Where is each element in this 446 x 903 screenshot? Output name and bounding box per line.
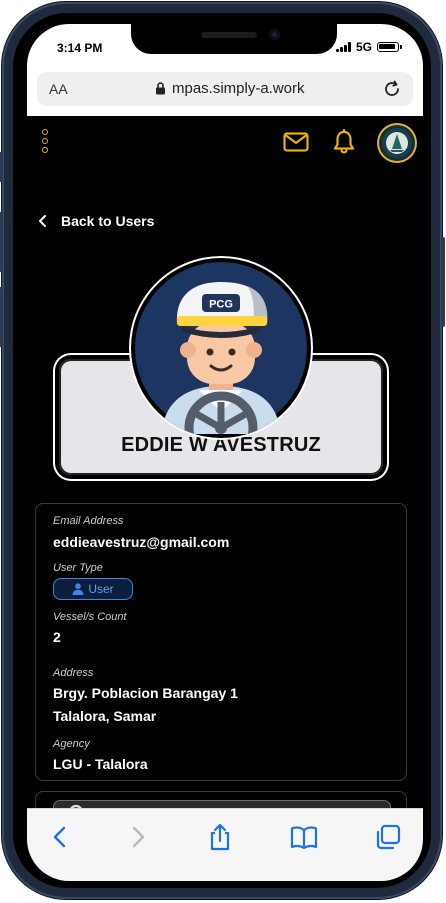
lock-icon (156, 82, 165, 95)
vertical-dots-icon[interactable] (41, 129, 49, 153)
user-details-card: Email Address eddieavestruz@gmail.com Us… (35, 503, 407, 781)
signal-icon (335, 42, 351, 52)
notch (131, 24, 337, 54)
screen: 3:14 PM 5G AA mpas.simply-a.work Back to… (27, 24, 423, 881)
email-label: Email Address (53, 515, 124, 527)
speaker (201, 32, 257, 38)
envelope-icon[interactable] (283, 132, 309, 152)
url-text: mpas.simply-a.work (172, 80, 305, 97)
address-line1: Brgy. Poblacion Barangay 1 (53, 685, 238, 701)
network-label: 5G (355, 40, 372, 54)
address-label: Address (53, 667, 94, 679)
agency-label: Agency (53, 738, 90, 750)
vessel-search-box[interactable] (53, 800, 391, 808)
book-icon[interactable] (289, 823, 319, 851)
logo-seal-icon (382, 128, 412, 158)
chevron-left-icon (39, 215, 46, 227)
mute-switch (0, 152, 3, 182)
browser-address-area: AA mpas.simply-a.work (27, 72, 423, 116)
tabs-icon[interactable] (373, 823, 403, 851)
email-value: eddieavestruz@gmail.com (53, 534, 230, 550)
status-bar: 3:14 PM 5G (27, 24, 423, 72)
app-content: Back to Users EDDIE W AVESTRUZ PCG Email… (27, 116, 423, 808)
volume-down-button (0, 287, 3, 347)
reload-icon[interactable] (381, 78, 403, 100)
back-label: Back to Users (61, 213, 155, 229)
user-type-value: User (88, 582, 114, 596)
cap-badge-text: PCG (209, 299, 233, 311)
chevron-right-icon[interactable] (123, 823, 153, 851)
chevron-left-icon[interactable] (45, 823, 75, 851)
address-line2: Talalora, Samar (53, 708, 157, 724)
front-camera (269, 29, 280, 40)
profile-picture: PCG (131, 258, 311, 438)
power-button (441, 237, 445, 327)
vessel-count-value: 2 (53, 629, 61, 645)
phone-frame: 3:14 PM 5G AA mpas.simply-a.work Back to… (0, 2, 445, 899)
browser-toolbar (27, 808, 423, 881)
battery-icon (377, 42, 402, 52)
user-type-label: User Type (53, 562, 103, 574)
vessels-card (35, 791, 407, 808)
user-avatar[interactable] (379, 125, 415, 161)
address-bar[interactable]: AA mpas.simply-a.work (37, 72, 413, 106)
agency-value: LGU - Talalora (53, 756, 148, 772)
url-display[interactable]: mpas.simply-a.work (155, 80, 305, 97)
captain-avatar-icon: PCG (135, 262, 307, 434)
bell-icon[interactable] (332, 129, 356, 155)
share-icon[interactable] (205, 823, 235, 851)
status-time: 3:14 PM (57, 41, 103, 55)
user-icon (72, 583, 84, 595)
back-to-users-link[interactable]: Back to Users (35, 213, 154, 229)
status-indicators: 5G (335, 40, 402, 54)
user-type-badge: User (53, 578, 133, 600)
volume-up-button (0, 212, 3, 272)
vessel-count-label: Vessel/s Count (53, 611, 127, 623)
text-size-button[interactable]: AA (49, 81, 68, 97)
